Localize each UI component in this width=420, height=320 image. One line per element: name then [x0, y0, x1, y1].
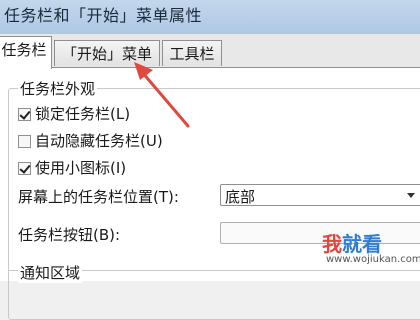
- tab-taskbar[interactable]: 任务栏: [0, 36, 52, 69]
- taskbar-position-select[interactable]: 底部: [220, 184, 420, 206]
- taskbar-buttons-label: 任务栏按钮(B):: [18, 226, 121, 244]
- auto-hide-checkbox[interactable]: [18, 134, 31, 148]
- taskbar-position-label: 屏幕上的任务栏位置(T):: [18, 188, 179, 206]
- tab-start-menu[interactable]: 「开始」菜单: [54, 40, 160, 66]
- watermark-url: www.wojiukan.com: [326, 254, 420, 265]
- auto-hide-option[interactable]: 自动隐藏任务栏(U): [18, 131, 163, 151]
- tab-toolbars[interactable]: 工具栏: [162, 40, 222, 66]
- title-bar: 任务栏和「开始」菜单属性: [0, 0, 420, 35]
- appearance-group-label: 任务栏外观: [18, 78, 98, 99]
- lock-taskbar-checkbox[interactable]: [18, 107, 31, 121]
- small-icons-checkbox[interactable]: [18, 161, 31, 175]
- chevron-down-icon: [407, 193, 415, 198]
- lock-taskbar-label: 锁定任务栏(L): [35, 105, 131, 123]
- lock-taskbar-option[interactable]: 锁定任务栏(L): [18, 104, 130, 124]
- window-title: 任务栏和「开始」菜单属性: [4, 6, 203, 25]
- taskbar-position-value: 底部: [225, 188, 256, 206]
- small-icons-option[interactable]: 使用小图标(I): [18, 158, 126, 178]
- watermark-title: 我就看: [322, 232, 382, 256]
- small-icons-label: 使用小图标(I): [35, 159, 127, 177]
- watermark-logo: 我就看 www.wojiukan.com: [322, 228, 420, 270]
- tab-strip: 任务栏 「开始」菜单 工具栏: [0, 34, 420, 69]
- auto-hide-label: 自动隐藏任务栏(U): [35, 132, 163, 150]
